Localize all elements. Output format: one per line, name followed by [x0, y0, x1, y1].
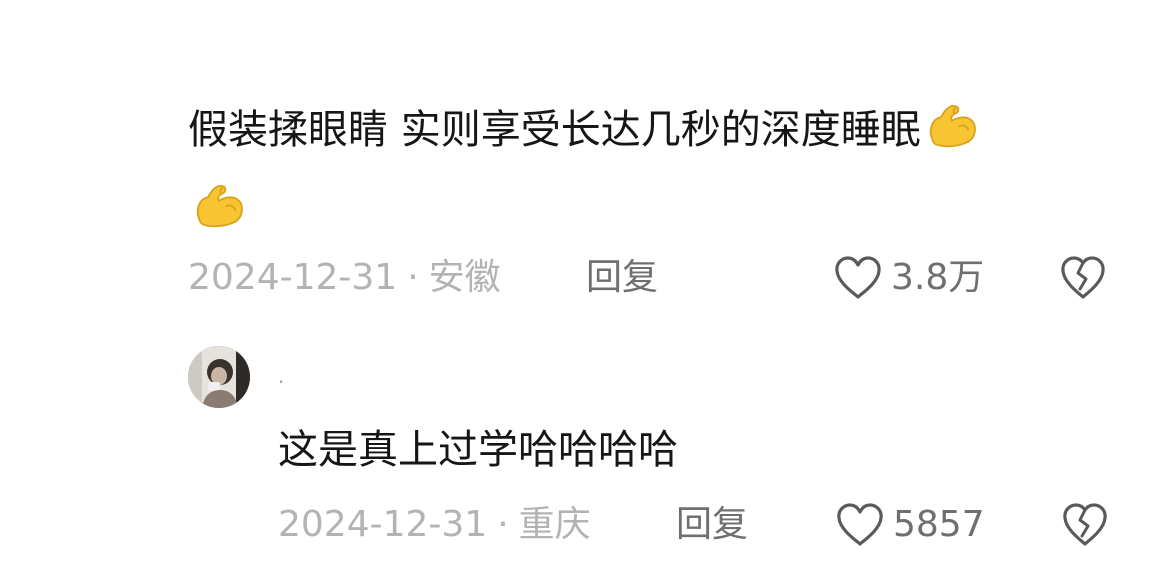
dislike-button[interactable] [1058, 253, 1108, 303]
comment-text-content: 假装揉眼睛 实则享受长达几秒的深度睡眠 [188, 107, 921, 153]
reply-location: 重庆 [518, 504, 591, 545]
avatar[interactable] [188, 346, 250, 408]
comment-location: 安徽 [428, 257, 501, 298]
reply-button[interactable]: 回复 [586, 253, 658, 303]
flexed-biceps-icon [196, 185, 243, 228]
reply-date: 2024-12-31 [278, 504, 488, 545]
comment-meta: 2024-12-31 · 安徽 回复 3.8万 [188, 253, 1118, 303]
broken-heart-icon [1063, 503, 1107, 546]
comment-date: 2024-12-31 [188, 257, 398, 298]
heart-icon [837, 503, 883, 546]
like-button[interactable]: 5857 [835, 500, 985, 550]
dislike-button[interactable] [1060, 500, 1110, 550]
reply-date-location: 2024-12-31 · 重庆 [278, 500, 591, 550]
comment-text[interactable]: 假装揉眼睛 实则享受长达几秒的深度睡眠 [188, 90, 1118, 250]
reply-meta: 2024-12-31 · 重庆 回复 5857 [278, 500, 1118, 550]
like-count: 5857 [893, 504, 985, 545]
heart-icon [835, 256, 881, 299]
like-count: 3.8万 [891, 257, 985, 298]
comment-date-location: 2024-12-31 · 安徽 [188, 253, 501, 303]
reply-text[interactable]: 这是真上过学哈哈哈哈 [278, 420, 678, 480]
broken-heart-icon [1061, 256, 1105, 299]
meta-separator: · [407, 257, 419, 298]
reply-button[interactable]: 回复 [676, 500, 748, 550]
like-button[interactable]: 3.8万 [833, 253, 984, 303]
avatar-photo [188, 346, 250, 408]
flexed-biceps-icon [929, 105, 976, 148]
reply-username[interactable]: · [278, 370, 284, 394]
meta-separator: · [497, 504, 509, 545]
